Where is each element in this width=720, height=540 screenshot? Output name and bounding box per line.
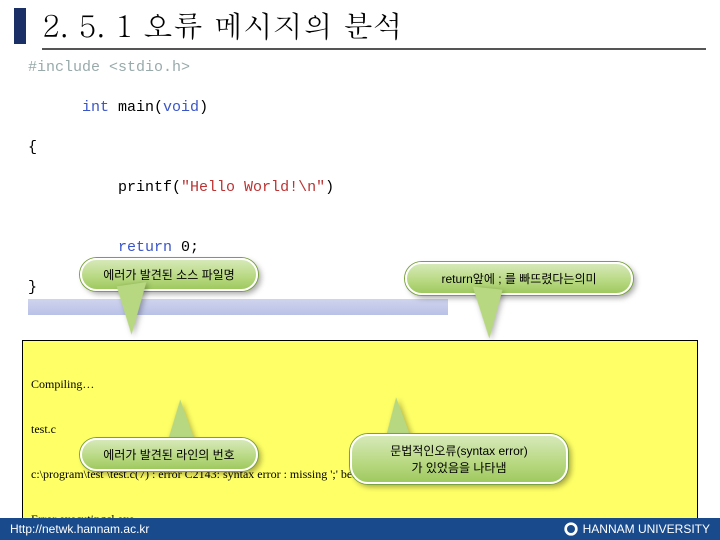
text-main: main( xyxy=(109,99,163,116)
callout-syntax-error: 문법적인오류(syntax error) 가 있었음을 나타냄 xyxy=(350,434,568,484)
footer-url: Http://netwk.hannam.ac.kr xyxy=(10,522,149,536)
callout-line-number: 에러가 발견된 라인의 번호 xyxy=(80,438,258,471)
text-paren: ) xyxy=(199,99,208,116)
code-line-brace-open: { xyxy=(28,138,692,158)
code-line-main: int main(void) xyxy=(28,78,692,138)
footer-university: HANNAM UNIVERSITY xyxy=(583,522,710,536)
footer-bar: Http://netwk.hannam.ac.kr HANNAM UNIVERS… xyxy=(0,518,720,540)
page-title: 2. 5. 1 오류 메시지의 분석 xyxy=(42,4,403,46)
keyword-int: int xyxy=(82,99,109,116)
text-paren-close: ) xyxy=(325,179,334,196)
callout-source-file: 에러가 발견된 소스 파일명 xyxy=(80,258,258,291)
title-underline xyxy=(42,48,706,50)
callout-missing-semicolon-pointer xyxy=(467,287,502,340)
text-printf: printf( xyxy=(82,179,181,196)
footer-brand: HANNAM UNIVERSITY xyxy=(563,521,710,537)
title-accent-bar xyxy=(14,8,26,44)
callout-missing-semicolon: return앞에 ; 를 빠뜨렸다는의미 xyxy=(405,262,633,295)
slide: 2. 5. 1 오류 메시지의 분석 #include <stdio.h> in… xyxy=(0,0,720,540)
callout-line-number-pointer xyxy=(168,399,200,444)
string-hello: "Hello World!\n" xyxy=(181,179,325,196)
text-zero: 0; xyxy=(172,239,199,256)
code-line-printf: printf("Hello World!\n") xyxy=(28,158,692,218)
compiler-line-compiling: Compiling… xyxy=(31,377,689,392)
code-line-include: #include <stdio.h> xyxy=(28,58,692,78)
keyword-return: return xyxy=(82,239,172,256)
university-logo-icon xyxy=(563,521,579,537)
keyword-void: void xyxy=(163,99,199,116)
